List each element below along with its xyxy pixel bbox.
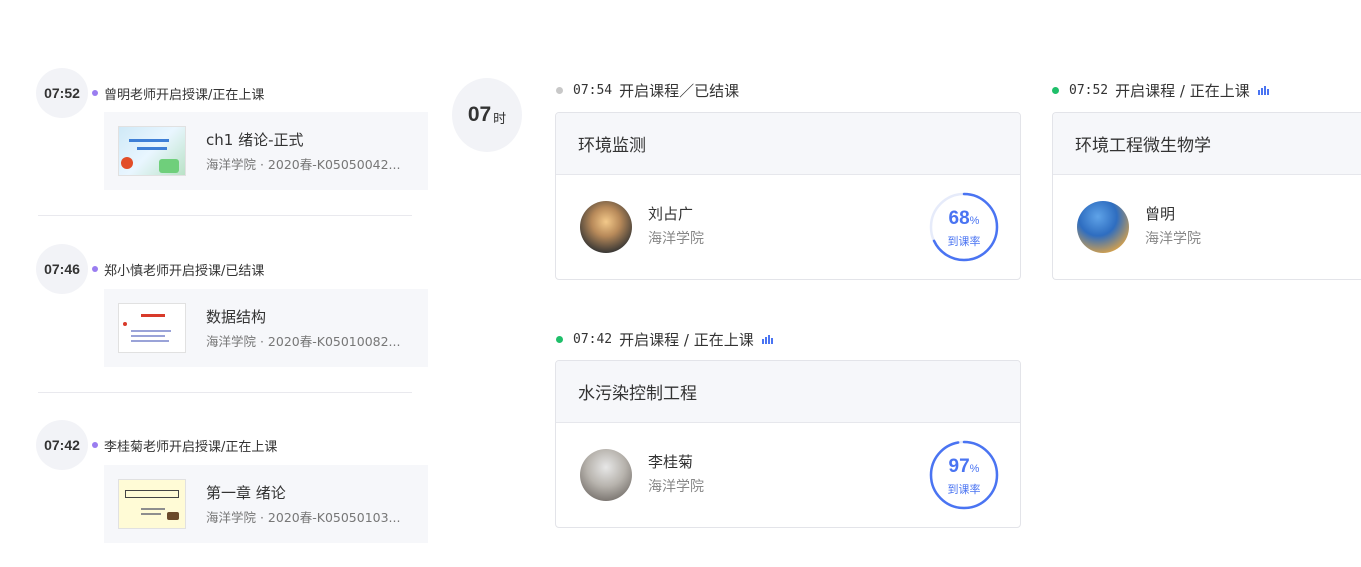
live-course-title: 水污染控制工程	[556, 361, 1020, 423]
feed-title: 李桂菊老师开启授课/正在上课	[104, 439, 278, 455]
feed-item: 07:52 曾明老师开启授课/正在上课	[36, 68, 428, 118]
live-status: 开启课程 / 正在上课	[1115, 81, 1250, 100]
feed-item: 07:42 李桂菊老师开启授课/正在上课	[36, 420, 428, 470]
status-dot	[556, 86, 563, 94]
teacher-name: 李桂菊	[648, 453, 694, 471]
avatar	[580, 201, 632, 253]
live-signal-icon	[761, 334, 773, 344]
feed-time: 07:52	[36, 68, 88, 118]
course-name: 第一章 绪论	[206, 484, 286, 502]
live-course-title: 环境监测	[556, 113, 1020, 175]
status-dot	[556, 335, 563, 343]
course-name: ch1 绪论-正式	[206, 131, 304, 149]
live-time: 07:42	[573, 331, 613, 347]
avatar	[1077, 201, 1129, 253]
attendance-ring: 97% 到课率	[928, 439, 1000, 511]
feed-title: 郑小慎老师开启授课/已结课	[104, 263, 265, 279]
status-dot	[92, 266, 98, 272]
attendance-label: 到课率	[947, 235, 981, 248]
course-card[interactable]: ch1 绪论-正式 海洋学院 · 2020春-K05050042...	[104, 112, 428, 190]
teacher-name: 刘占广	[648, 205, 694, 223]
feed-time: 07:46	[36, 244, 88, 294]
teacher-name: 曾明	[1145, 205, 1176, 223]
avatar	[580, 449, 632, 501]
live-course-card[interactable]: 水污染控制工程 李桂菊 海洋学院 97% 到课率	[555, 360, 1021, 528]
hour-unit: 时	[493, 112, 507, 127]
feed-item: 07:46 郑小慎老师开启授课/已结课	[36, 244, 428, 294]
teacher-school: 海洋学院	[1145, 231, 1201, 247]
course-thumbnail	[118, 479, 186, 529]
live-course-header: 07:52 开启课程 / 正在上课	[1052, 80, 1269, 100]
teacher-school: 海洋学院	[648, 231, 704, 247]
status-dot	[1052, 86, 1059, 94]
divider	[38, 392, 412, 393]
live-course-header: 07:42 开启课程 / 正在上课	[556, 329, 773, 349]
live-status: 开启课程／已结课	[619, 81, 740, 100]
divider	[38, 215, 412, 216]
live-course-card[interactable]: 环境监测 刘占广 海洋学院 68% 到课率	[555, 112, 1021, 280]
live-signal-icon	[1257, 85, 1269, 95]
course-thumbnail	[118, 303, 186, 353]
feed-time: 07:42	[36, 420, 88, 470]
live-course-title: 环境工程微生物学	[1053, 113, 1361, 175]
hour-value: 07	[467, 103, 492, 126]
hour-badge: 07 时	[452, 78, 522, 152]
status-dot	[92, 442, 98, 448]
status-dot	[92, 90, 98, 96]
course-meta: 海洋学院 · 2020春-K05010082...	[206, 334, 401, 349]
teacher-school: 海洋学院	[648, 479, 704, 495]
course-card[interactable]: 第一章 绪论 海洋学院 · 2020春-K05050103...	[104, 465, 428, 543]
live-course-card[interactable]: 环境工程微生物学 曾明 海洋学院	[1052, 112, 1361, 280]
attendance-ring: 68% 到课率	[928, 191, 1000, 263]
feed-title: 曾明老师开启授课/正在上课	[104, 87, 265, 103]
live-time: 07:54	[573, 82, 613, 98]
course-meta: 海洋学院 · 2020春-K05050103...	[206, 510, 401, 525]
course-thumbnail	[118, 126, 186, 176]
live-time: 07:52	[1069, 82, 1109, 98]
course-card[interactable]: 数据结构 海洋学院 · 2020春-K05010082...	[104, 289, 428, 367]
live-course-header: 07:54 开启课程／已结课	[556, 80, 739, 100]
attendance-value: 97%	[948, 456, 980, 477]
live-status: 开启课程 / 正在上课	[619, 330, 754, 349]
course-meta: 海洋学院 · 2020春-K05050042...	[206, 157, 401, 172]
course-name: 数据结构	[206, 308, 267, 326]
attendance-label: 到课率	[947, 483, 981, 496]
attendance-value: 68%	[948, 208, 980, 229]
